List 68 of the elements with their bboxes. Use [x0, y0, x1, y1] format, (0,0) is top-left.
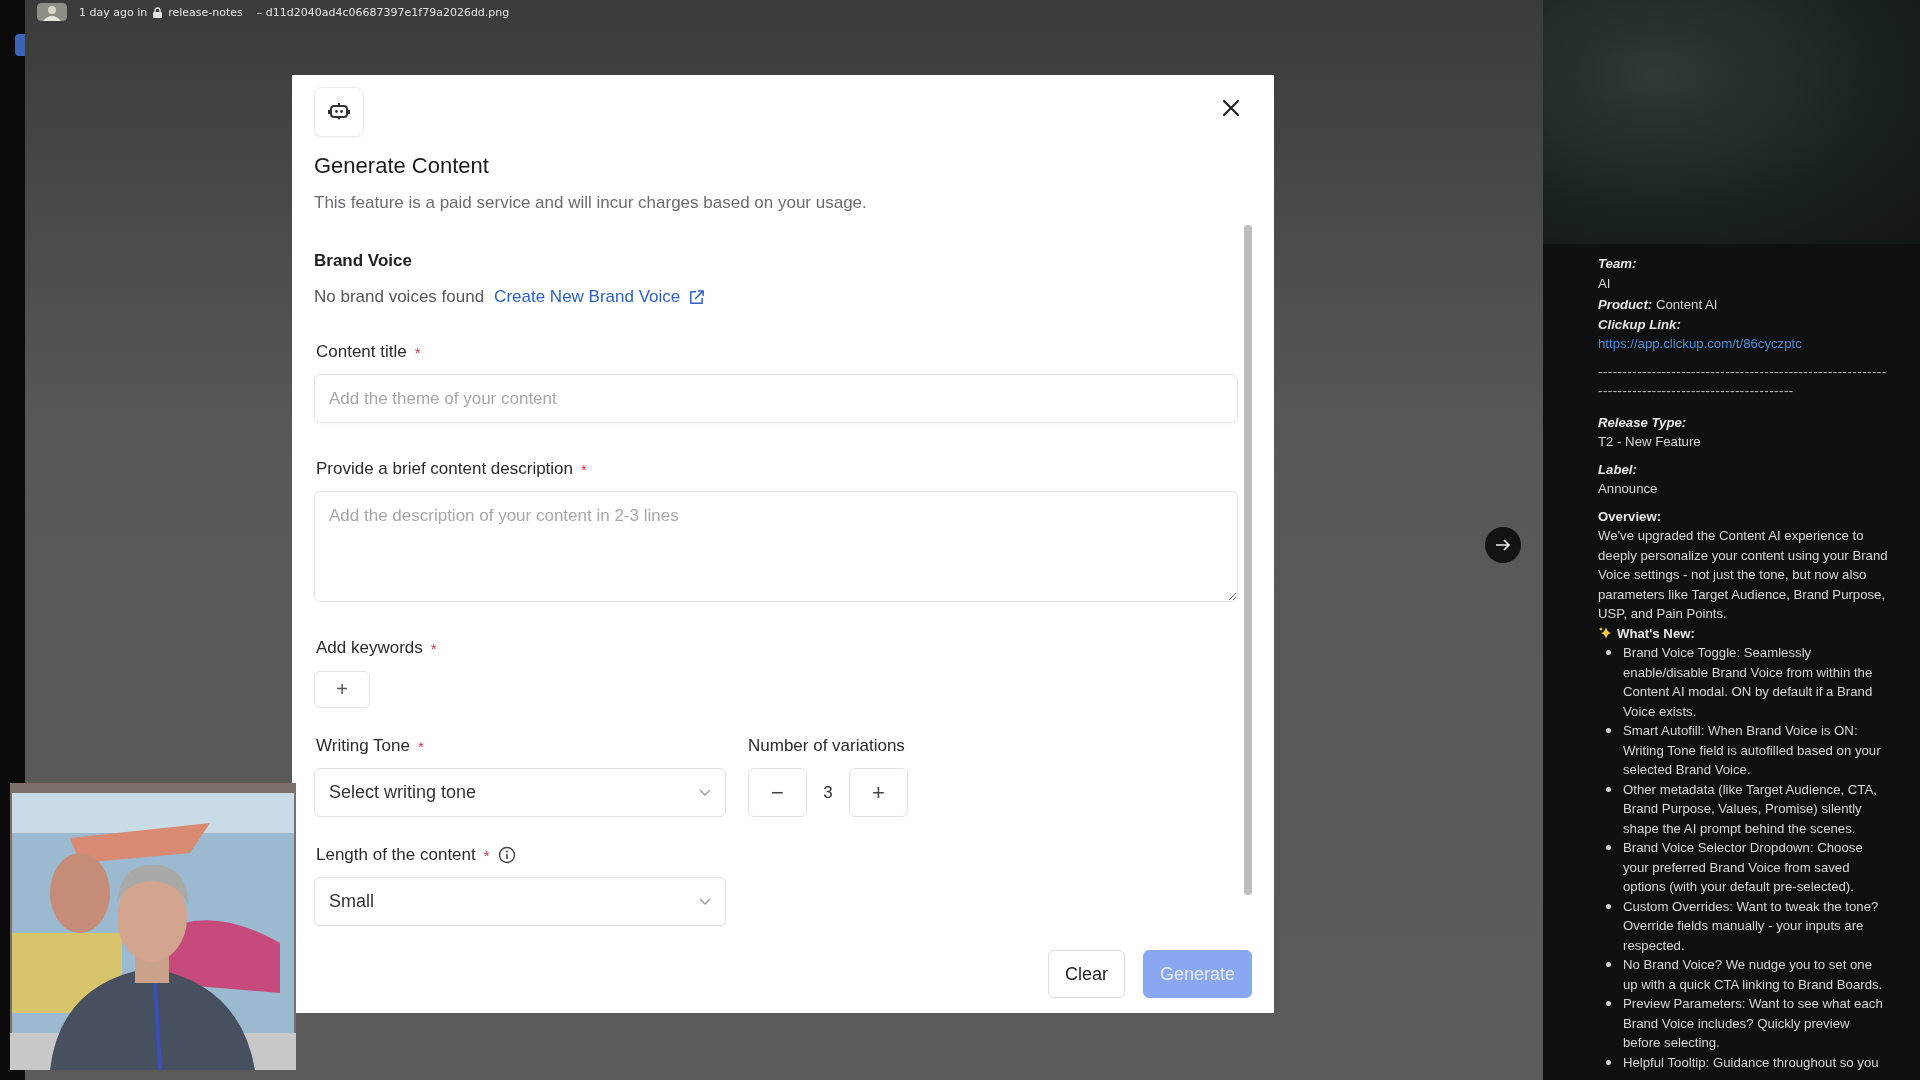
required-mark: * — [414, 343, 421, 361]
dialog-subtitle: This feature is a paid service and will incur charges based on your usage. — [314, 193, 868, 213]
field-label: Provide a brief content description — [316, 459, 574, 479]
clear-button[interactable]: Clear — [1047, 950, 1125, 998]
note-label: Label: — [1598, 460, 1638, 479]
text-field[interactable]: Add the theme of your content — [314, 374, 1238, 423]
note-line: Product: Content AI — [1598, 296, 1719, 314]
note-heading: Overview: — [1598, 507, 1663, 526]
close-icon — [1221, 98, 1241, 118]
bullet-text: Brand Voice Toggle: Seamlessly enable/disable Brand Voice from within the Content AI modal. ON by default if a Brand Voice exists. — [1623, 644, 1874, 721]
bullet-text: Custom Overrides: Want to tweak the tone? Override fields manually - your inputs are respected. — [1623, 897, 1880, 955]
bullet-icon — [1606, 1059, 1611, 1065]
required-mark: * — [430, 639, 437, 657]
note-value: Announce — [1598, 480, 1659, 498]
tone-dropdown[interactable]: Select writing tone — [314, 768, 726, 817]
bullet-text: Brand Voice Selector Dropdown: Choose your preferred Brand Voice from saved options (with your default pre-selected). — [1623, 839, 1864, 896]
note-label: Release Type: — [1598, 413, 1688, 432]
scrollbar[interactable] — [1244, 225, 1252, 895]
decrement-button[interactable]: − — [748, 768, 807, 817]
bullet-text: Other metadata (like Target Audience, CTA, Brand Purpose, Values, Promise) silently shape the AI prompt behind the scenes. — [1623, 780, 1878, 838]
required-mark: * — [483, 846, 490, 864]
bullet-icon — [1606, 962, 1611, 967]
field-label: Add keywords — [316, 638, 423, 658]
note-value: T2 - New Feature — [1598, 433, 1702, 451]
arrow-right-icon — [1495, 539, 1511, 551]
chevron-down-icon — [699, 788, 711, 797]
bullet-text: Helpful Tooltip: Guidance throughout so you — [1623, 1053, 1879, 1072]
avatar-icon — [37, 3, 67, 21]
empty-message: No brand voices found — [314, 287, 485, 307]
note-heading: What's New: — [1617, 624, 1695, 643]
app-icon[interactable] — [15, 34, 25, 56]
field-label: Length of the content — [316, 845, 476, 865]
lock-icon — [153, 6, 163, 18]
channel-link[interactable]: release-notes — [168, 5, 243, 19]
field-label: Content title — [316, 342, 407, 362]
note-value: AI — [1598, 274, 1612, 293]
timestamp: 1 day ago in — [79, 5, 148, 19]
required-mark: * — [417, 737, 424, 755]
length-dropdown[interactable]: Small — [314, 877, 726, 926]
bullet-icon — [1606, 650, 1611, 655]
bullet-icon — [1606, 903, 1611, 909]
add-keyword-button[interactable]: + — [314, 671, 370, 708]
file-name: – d11d2040ad4c06687397e1f79a2026dd.png — [256, 5, 510, 19]
overview-text: We've upgraded the Content AI experience to deeply personalize your content using your Brand Voice settings - not just the tone, but now also parameters like Target Audience, Brand Purpose, USP, and Pain Points. — [1598, 527, 1889, 623]
bullet-icon — [1606, 1001, 1611, 1006]
section-heading: Brand Voice — [314, 251, 413, 271]
bullet-text: Smart Autofill: When Brand Voice is ON: Writing Tone field is autofilled based on your selected Brand Voice. — [1623, 722, 1882, 779]
field-label: Writing Tone — [316, 736, 410, 756]
variation-count: 3 — [822, 782, 834, 803]
field-label: Number of variations — [748, 736, 906, 756]
external-link-icon — [688, 288, 706, 306]
increment-button[interactable]: + — [849, 768, 908, 817]
create-link[interactable]: Create New Brand Voice — [494, 287, 706, 307]
bullet-icon — [1606, 845, 1611, 850]
bullet-text: No Brand Voice? We nudge you to set one up with a quick CTA linking to Brand Boards. — [1623, 956, 1884, 994]
description-field[interactable]: Add the description of your content in 2-3 lines — [314, 491, 1238, 602]
bullet-icon — [1606, 728, 1611, 733]
dialog-title: Generate Content — [314, 153, 490, 179]
chevron-down-icon — [699, 897, 711, 906]
robot-icon — [314, 87, 364, 137]
divider-text: --------------------------------------------------------------------------------------------------- — [1598, 362, 1888, 400]
info-icon[interactable] — [497, 846, 516, 864]
bullet-icon — [1606, 786, 1611, 792]
note-label: Clickup Link: — [1598, 315, 1682, 334]
required-mark: * — [581, 460, 587, 478]
bullet-text: Preview Parameters: Want to see what each Brand Voice includes? Quickly preview before selecting. — [1623, 995, 1884, 1052]
note-label: Team: — [1598, 255, 1638, 273]
clickup-link[interactable]: https://app.clickup.com/t/86cyczptc — [1598, 336, 1802, 351]
